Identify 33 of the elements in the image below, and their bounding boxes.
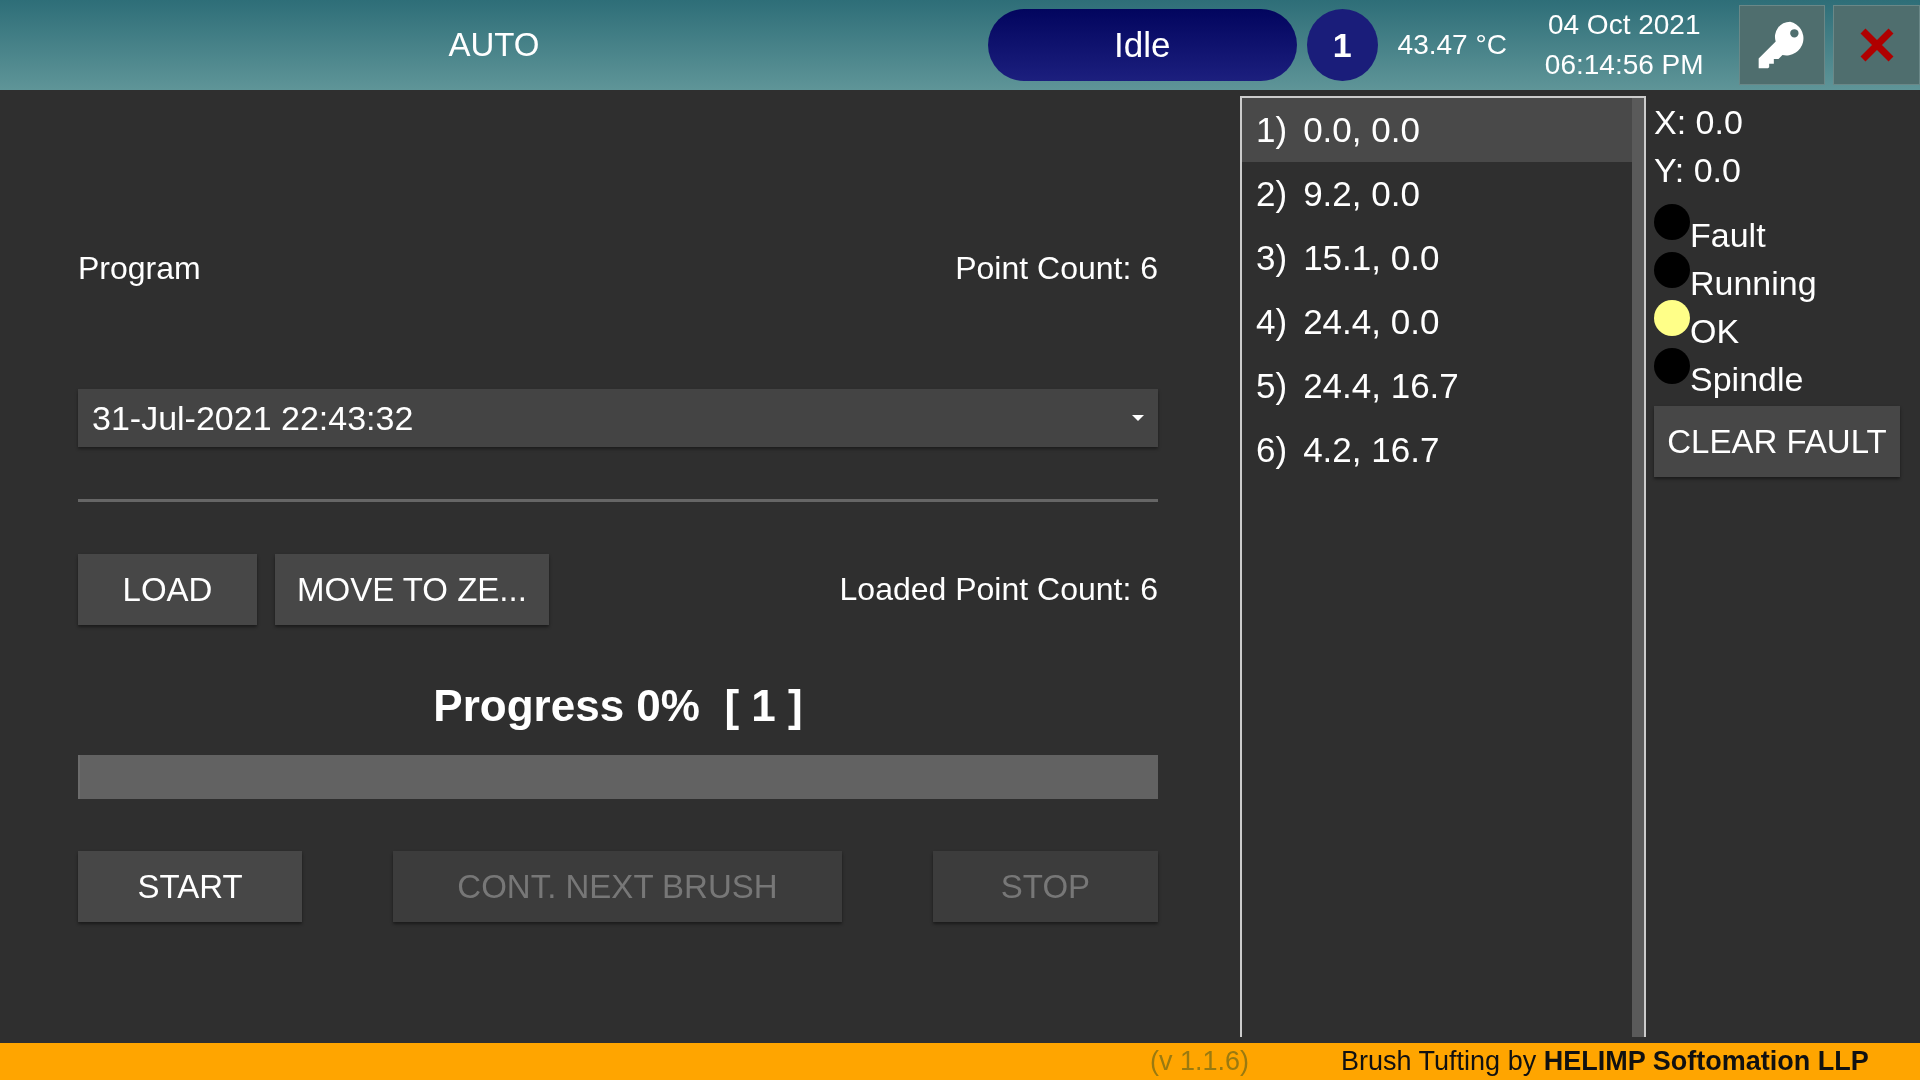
point-list-item[interactable]: 1) 0.0, 0.0 [1242, 98, 1632, 162]
version-text: (v 1.1.6) [1150, 1046, 1250, 1077]
indicator-label: Spindle [1690, 360, 1804, 399]
point-list-item[interactable]: 5) 24.4, 16.7 [1242, 354, 1632, 418]
time-text: 06:14:56 PM [1544, 48, 1704, 82]
loaded-point-count: Loaded Point Count: 6 [839, 571, 1158, 608]
temperature-reading: 43.47 °C [1397, 29, 1508, 61]
indicator-label: OK [1690, 312, 1740, 351]
status-pill: Idle [987, 9, 1297, 81]
position-readout: X: 0.0 [1654, 102, 1744, 143]
point-list-item[interactable]: 6) 4.2, 16.7 [1242, 418, 1632, 482]
credit-text: Brush Tufting by HELIMP Softomation LLP [1341, 1046, 1869, 1077]
key-button[interactable] [1738, 5, 1826, 85]
program-label: Program [78, 250, 201, 287]
progress-label: Progress 0% [ 1 ] [432, 681, 804, 731]
point-list-item[interactable]: 3) 15.1, 0.0 [1242, 226, 1632, 290]
control-button[interactable]: START [78, 851, 302, 922]
point-list-item[interactable]: 4) 24.4, 0.0 [1242, 290, 1632, 354]
action-button[interactable]: LOAD [78, 554, 257, 625]
indicator-label: Fault [1690, 216, 1766, 255]
mode-label: AUTO [447, 26, 541, 64]
indicator-label: Running [1690, 264, 1817, 303]
point-list-item[interactable]: 2) 9.2, 0.0 [1242, 162, 1632, 226]
scrollbar[interactable] [1632, 98, 1644, 1037]
date-text: 04 Oct 2021 [1547, 8, 1701, 42]
close-button[interactable] [1833, 5, 1920, 85]
program-dropdown[interactable]: 31-Jul-2021 22:43:32 [78, 389, 1158, 447]
dropdown-caret-icon [1132, 415, 1144, 421]
point-count: Point Count: 6 [955, 250, 1158, 287]
count-badge: 1 [1306, 9, 1378, 81]
clear-fault-button[interactable]: CLEAR FAULT [1654, 406, 1900, 477]
action-button[interactable]: MOVE TO ZE... [275, 554, 549, 625]
position-readout: Y: 0.0 [1654, 150, 1742, 191]
